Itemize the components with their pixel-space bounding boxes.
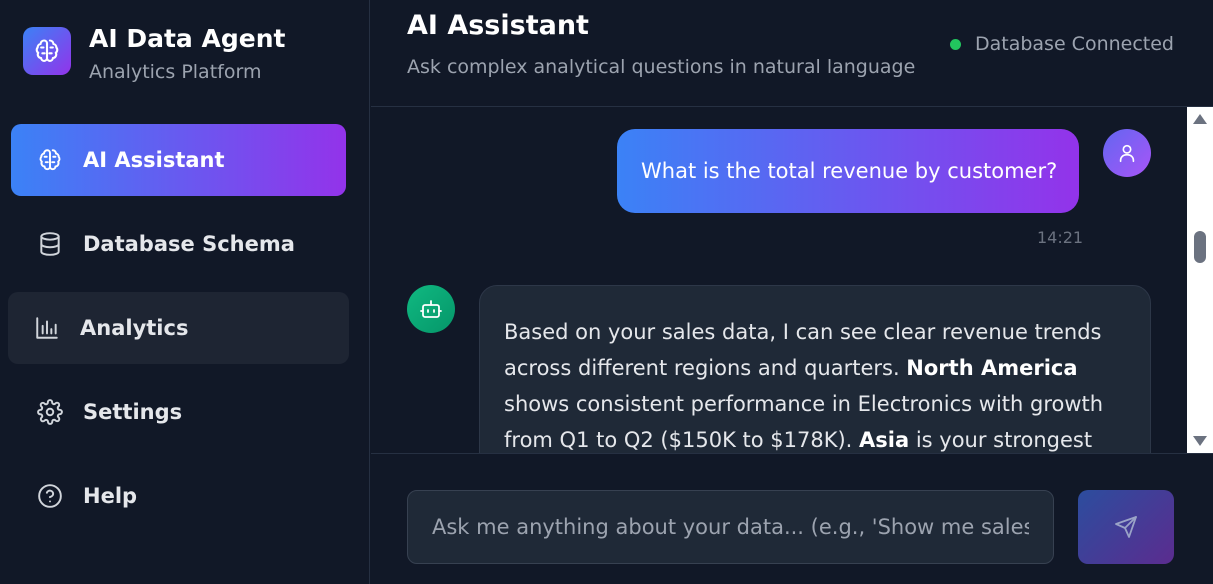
database-icon — [37, 231, 63, 257]
bar-chart-icon — [34, 315, 60, 341]
bot-message-emphasis: North America — [906, 356, 1078, 380]
brain-icon — [23, 27, 71, 75]
sidebar-item-help[interactable]: Help — [11, 460, 346, 532]
bot-message-emphasis: Asia — [859, 428, 910, 452]
sidebar-item-settings[interactable]: Settings — [11, 376, 346, 448]
send-button[interactable] — [1078, 490, 1174, 564]
help-circle-icon — [37, 483, 63, 509]
gear-icon — [37, 399, 63, 425]
chat-scrollbar[interactable] — [1187, 107, 1213, 453]
bot-message-text: is your strongest — [909, 428, 1093, 452]
brand-subtitle: Analytics Platform — [89, 61, 262, 83]
scroll-thumb[interactable] — [1194, 231, 1206, 263]
sidebar-item-label: Help — [83, 484, 138, 508]
user-avatar — [1103, 129, 1151, 177]
scroll-up-arrow-icon[interactable] — [1193, 114, 1207, 124]
user-message-bubble: What is the total revenue by customer? — [617, 129, 1079, 213]
user-message-text: What is the total revenue by customer? — [641, 159, 1058, 183]
bot-avatar — [407, 285, 455, 333]
sidebar-item-analytics[interactable]: Analytics — [8, 292, 349, 364]
brand: AI Data Agent Analytics Platform — [23, 24, 285, 85]
sidebar-item-label: AI Assistant — [83, 148, 225, 172]
sidebar-item-ai-assistant[interactable]: AI Assistant — [11, 124, 346, 196]
bot-message-bubble: Based on your sales data, I can see clea… — [479, 285, 1151, 453]
page-subtitle: Ask complex analytical questions in natu… — [407, 56, 916, 78]
status-text: Database Connected — [974, 33, 1174, 55]
sidebar: AI Data Agent Analytics Platform AI Assi… — [0, 0, 370, 584]
page-header: AI Assistant Ask complex analytical ques… — [371, 0, 1213, 107]
chat-messages: What is the total revenue by customer? 1… — [371, 107, 1187, 453]
sidebar-item-label: Analytics — [80, 316, 189, 340]
page-title: AI Assistant — [407, 10, 589, 41]
send-icon — [1115, 516, 1137, 538]
brand-title: AI Data Agent — [89, 24, 286, 53]
bot-icon — [420, 300, 442, 318]
message-composer — [371, 453, 1213, 584]
sidebar-item-database-schema[interactable]: Database Schema — [11, 208, 346, 280]
sidebar-item-label: Settings — [83, 400, 183, 424]
user-icon — [1119, 144, 1135, 163]
scroll-down-arrow-icon[interactable] — [1193, 436, 1207, 446]
status-dot-icon — [949, 38, 961, 50]
chat-input[interactable] — [407, 490, 1054, 564]
brain-icon — [37, 147, 63, 173]
message-timestamp: 14:21 — [1037, 228, 1084, 247]
sidebar-item-label: Database Schema — [83, 232, 295, 256]
connection-status: Database Connected — [949, 33, 1174, 55]
